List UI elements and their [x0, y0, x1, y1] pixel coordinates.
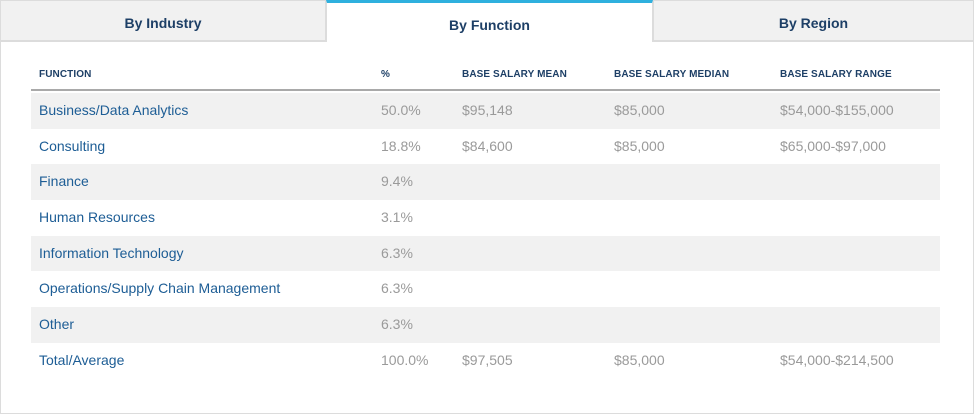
salary-mean-cell: $97,505: [462, 351, 513, 368]
column-header-salary-mean: BASE SALARY MEAN: [462, 69, 567, 80]
salary-mean-cell: $84,600: [462, 137, 513, 154]
function-cell: Finance: [39, 173, 89, 190]
function-cell: Consulting: [39, 137, 106, 154]
percent-cell: 18.8%: [381, 137, 421, 154]
function-cell: Human Resources: [39, 209, 155, 226]
salary-range-cell: $54,000-$155,000: [780, 102, 894, 118]
percent-cell: 9.4%: [381, 173, 413, 190]
tab-by-region[interactable]: By Region: [653, 0, 974, 41]
percent-cell: 100.0%: [381, 351, 429, 368]
column-header-percent: %: [381, 69, 390, 80]
function-cell: Information Technology: [39, 244, 184, 261]
function-cell: Operations/Supply Chain Management: [39, 280, 281, 297]
salary-mean-cell: $95,148: [462, 102, 513, 118]
percent-cell: 6.3%: [381, 316, 413, 333]
column-header-function: FUNCTION: [39, 69, 92, 80]
tab-by-industry[interactable]: By Industry: [0, 0, 326, 41]
table-row: Human Resources 3.1%: [31, 200, 940, 236]
percent-cell: 3.1%: [381, 209, 413, 226]
tab-by-function[interactable]: By Function: [326, 0, 653, 42]
tab-bar: By Industry By Function By Region: [0, 0, 974, 42]
function-cell: Business/Data Analytics: [39, 102, 189, 118]
salary-median-cell: $85,000: [614, 102, 665, 118]
table-row: Other 6.3%: [31, 307, 940, 343]
column-header-salary-median: BASE SALARY MEDIAN: [614, 69, 730, 80]
percent-cell: 6.3%: [381, 244, 413, 261]
salary-range-cell: $54,000-$214,500: [780, 351, 894, 368]
table-row: Operations/Supply Chain Management 6.3%: [31, 271, 940, 307]
panel-divider: [653, 41, 974, 42]
table-body: Business/Data Analytics 50.0% $95,148 $8…: [31, 93, 940, 379]
table-row: Business/Data Analytics 50.0% $95,148 $8…: [31, 93, 940, 129]
salary-median-cell: $85,000: [614, 137, 665, 154]
table-row: Consulting 18.8% $84,600 $85,000 $65,000…: [31, 129, 940, 165]
salary-range-cell: $65,000-$97,000: [780, 137, 886, 154]
table-row-total: Total/Average 100.0% $97,505 $85,000 $54…: [31, 343, 940, 379]
function-cell: Other: [39, 316, 75, 333]
panel-divider: [0, 41, 326, 42]
function-cell: Total/Average: [39, 351, 125, 368]
table-row: Information Technology 6.3%: [31, 235, 940, 272]
percent-cell: 6.3%: [381, 280, 413, 297]
table-header: FUNCTION % BASE SALARY MEAN BASE SALARY …: [31, 69, 940, 91]
salary-median-cell: $85,000: [614, 351, 665, 368]
table-row: Finance 9.4%: [31, 164, 940, 201]
percent-cell: 50.0%: [381, 102, 421, 118]
column-header-salary-range: BASE SALARY RANGE: [780, 69, 892, 80]
